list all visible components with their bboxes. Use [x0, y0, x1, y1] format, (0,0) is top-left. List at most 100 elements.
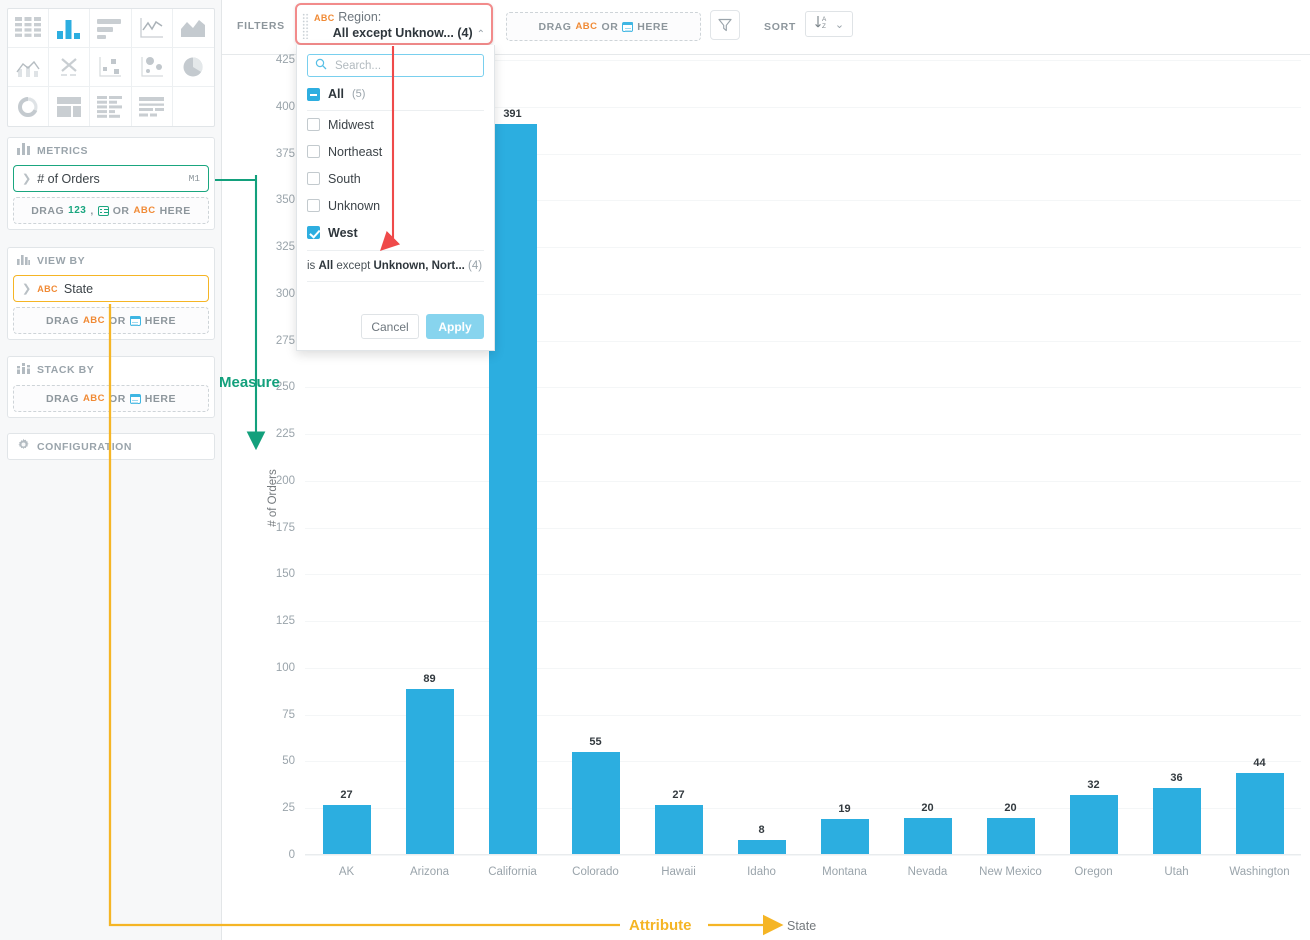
- shelf-stack-by-header: STACK BY: [8, 357, 214, 383]
- shelf-configuration-header[interactable]: CONFIGURATION: [8, 434, 214, 459]
- chevron-right-icon[interactable]: ❯: [22, 172, 31, 185]
- bar-value-label: 20: [898, 802, 958, 814]
- shelf-metrics: METRICS ❯ # of Orders M1 DRAG 123 , OR A…: [7, 137, 215, 230]
- abc-type-icon: ABC: [314, 13, 335, 23]
- metrics-dropzone[interactable]: DRAG 123 , OR ABC HERE: [13, 197, 209, 224]
- metric-pill-orders[interactable]: ❯ # of Orders M1: [13, 165, 209, 192]
- checkbox-south[interactable]: [307, 172, 320, 185]
- filter-item-northeast[interactable]: Northeast: [297, 138, 494, 165]
- y-axis-tick-label: 75: [257, 709, 295, 721]
- data-table-icon[interactable]: [90, 87, 131, 126]
- search-input[interactable]: [333, 59, 473, 73]
- metrics-icon: [17, 142, 30, 160]
- gridline: [305, 715, 1301, 716]
- dropzone-drag-text: DRAG: [539, 21, 572, 33]
- filter-item-west[interactable]: West: [297, 219, 494, 246]
- layout-blocks-icon[interactable]: [49, 87, 90, 126]
- y-axis-tick-label: 300: [257, 288, 295, 300]
- bar[interactable]: [904, 818, 952, 855]
- combo-chart-icon[interactable]: [8, 48, 49, 87]
- area-chart-icon[interactable]: [173, 9, 214, 48]
- summary-prefix: is: [307, 260, 319, 272]
- funnel-icon[interactable]: [710, 10, 740, 40]
- checkbox-unknown[interactable]: [307, 199, 320, 212]
- dropzone-here-text: HERE: [145, 315, 176, 327]
- visualization-picker[interactable]: [7, 8, 215, 127]
- bar[interactable]: [1236, 773, 1284, 855]
- checkbox-west[interactable]: [307, 226, 320, 239]
- gridline: [305, 434, 1301, 435]
- bar-value-label: 89: [400, 673, 460, 685]
- filter-item-unknown[interactable]: Unknown: [297, 192, 494, 219]
- y-axis-tick-label: 100: [257, 662, 295, 674]
- filter-pill-value-row[interactable]: All except Unknow... (4)⌃: [314, 26, 485, 40]
- metric-pill-label: # of Orders: [37, 172, 100, 186]
- filter-item-label: West: [328, 226, 358, 240]
- calendar-icon: [130, 394, 141, 404]
- sort-direction-select[interactable]: AZ ⌄: [805, 11, 853, 37]
- x-scatter-icon[interactable]: [49, 48, 90, 87]
- chevron-down-icon[interactable]: ⌄: [835, 18, 844, 31]
- cancel-button[interactable]: Cancel: [361, 314, 419, 339]
- filters-label: FILTERS: [237, 20, 285, 32]
- pie-chart-icon[interactable]: [173, 48, 214, 87]
- bar-value-label: 55: [566, 736, 626, 748]
- stack-by-dropzone[interactable]: DRAG ABC OR HERE: [13, 385, 209, 412]
- y-axis-tick-label: 125: [257, 615, 295, 627]
- donut-chart-icon[interactable]: [8, 87, 49, 126]
- sort-az-icon: AZ: [814, 14, 831, 35]
- shelf-metrics-header: METRICS: [8, 138, 214, 164]
- chevron-up-icon[interactable]: ⌃: [477, 29, 485, 40]
- checkbox-midwest[interactable]: [307, 118, 320, 131]
- chevron-right-icon[interactable]: ❯: [22, 282, 31, 295]
- filters-dropzone[interactable]: DRAG ABC OR HERE: [506, 12, 701, 41]
- bubble-chart-icon[interactable]: [132, 48, 173, 87]
- filter-dropdown-panel[interactable]: All (5) Midwest Northeast South Unknown …: [296, 45, 495, 351]
- y-axis-tick-label: 200: [257, 475, 295, 487]
- attribute-card-icon: [98, 206, 109, 216]
- dropzone-drag-text: DRAG: [46, 393, 79, 405]
- line-chart-icon[interactable]: [132, 9, 173, 48]
- filter-search-box[interactable]: [307, 54, 484, 77]
- y-axis-tick-label: 350: [257, 194, 295, 206]
- bar[interactable]: [323, 805, 371, 856]
- bar[interactable]: [572, 752, 620, 855]
- list-report-icon[interactable]: [132, 87, 173, 126]
- bar[interactable]: [1153, 788, 1201, 855]
- bar-value-label: 27: [317, 789, 377, 801]
- filter-pill-region[interactable]: ABC Region: All except Unknow... (4)⌃: [295, 3, 493, 45]
- bar-chart-icon[interactable]: [49, 9, 90, 48]
- filter-pill-name-row: ABC Region:: [314, 10, 381, 24]
- shelf-configuration[interactable]: CONFIGURATION: [7, 433, 215, 460]
- measure-annotation-label: Measure: [219, 374, 280, 391]
- bar[interactable]: [987, 818, 1035, 855]
- filter-item-south[interactable]: South: [297, 165, 494, 192]
- view-by-dropzone[interactable]: DRAG ABC OR HERE: [13, 307, 209, 334]
- dropzone-abc-type: ABC: [575, 21, 597, 32]
- bar[interactable]: [1070, 795, 1118, 855]
- checkbox-all[interactable]: [307, 88, 320, 101]
- attribute-pill-state[interactable]: ❯ ABC State: [13, 275, 209, 302]
- gridline: [305, 621, 1301, 622]
- checkbox-northeast[interactable]: [307, 145, 320, 158]
- horizontal-bar-icon[interactable]: [90, 9, 131, 48]
- bar[interactable]: [655, 805, 703, 856]
- attribute-annotation-target: State: [787, 919, 816, 933]
- bar[interactable]: [489, 124, 537, 855]
- drag-grip-icon[interactable]: [302, 13, 309, 39]
- y-axis-tick-label: 225: [257, 428, 295, 440]
- shelf-view-by: VIEW BY ❯ ABC State DRAG ABC OR HERE: [7, 247, 215, 340]
- dropzone-drag-text: DRAG: [46, 315, 79, 327]
- apply-button[interactable]: Apply: [426, 314, 484, 339]
- bar-value-label: 44: [1230, 757, 1290, 769]
- filter-item-all[interactable]: All (5): [307, 87, 484, 111]
- grid-table-icon[interactable]: [8, 9, 49, 48]
- summary-all: All: [319, 260, 334, 272]
- bar[interactable]: [406, 689, 454, 855]
- filter-item-midwest[interactable]: Midwest: [297, 111, 494, 138]
- bar[interactable]: [821, 819, 869, 855]
- bar[interactable]: [738, 840, 786, 855]
- svg-text:A: A: [822, 16, 827, 23]
- dropzone-here-text: HERE: [160, 205, 191, 217]
- scatter-box-icon[interactable]: [90, 48, 131, 87]
